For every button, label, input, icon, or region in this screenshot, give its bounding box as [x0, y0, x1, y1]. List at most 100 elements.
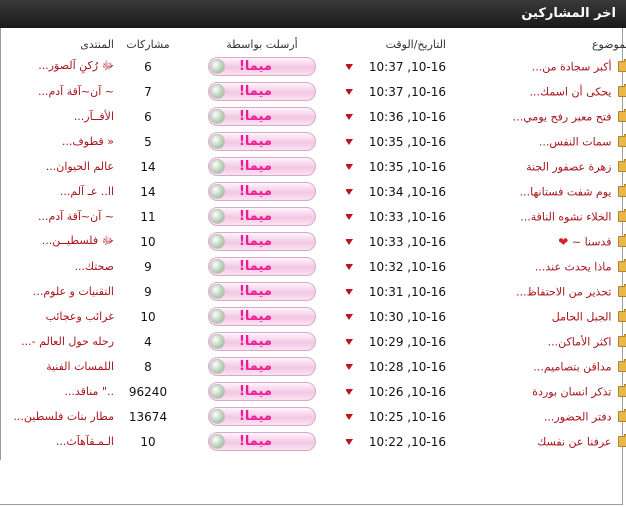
red-down-arrow-icon[interactable] — [346, 113, 354, 120]
forum-link[interactable]: التقنيات و علوم... — [33, 285, 114, 298]
table-row: عرفنا عن نفسك 10-16, 10:22 ميما! 10 الـم… — [0, 429, 626, 454]
topic-link[interactable]: ماذا يحدث عند... — [535, 260, 612, 273]
user-badge[interactable]: ميما! — [208, 357, 316, 376]
posts-cell: 7 — [118, 79, 178, 104]
forum-link[interactable]: ﷻ فلسطيــن... — [42, 234, 114, 247]
forum-link[interactable]: اا.. عـ آلم... — [60, 185, 114, 198]
avatar-ball-icon — [210, 209, 225, 224]
post-date: 10-16, 10:36 — [368, 109, 446, 124]
user-badge[interactable]: ميما! — [208, 257, 316, 276]
date-cell: 10-16, 10:37 — [346, 79, 450, 104]
posts-cell: 5 — [118, 129, 178, 154]
user-badge[interactable]: ميما! — [208, 232, 316, 251]
red-down-arrow-icon[interactable] — [346, 263, 354, 270]
topic-link[interactable]: يحكى أن اسمك... — [530, 85, 612, 98]
user-badge[interactable]: ميما! — [208, 332, 316, 351]
forum-link[interactable]: غرائب وعجائب — [46, 310, 114, 323]
post-date: 10-16, 10:37 — [368, 59, 446, 74]
topic-link[interactable]: زهرة عصفور الجنة — [526, 160, 611, 173]
date-cell: 10-16, 10:25 — [346, 404, 450, 429]
date-cell: 10-16, 10:34 — [346, 179, 450, 204]
by-cell: ميما! — [178, 104, 346, 129]
topic-link[interactable]: فتح معبر رفح يومي... — [513, 110, 612, 123]
red-down-arrow-icon[interactable] — [346, 188, 354, 195]
forum-link[interactable]: ~ آن~آقة آدم... — [38, 85, 114, 98]
by-cell: ميما! — [178, 404, 346, 429]
forum-link[interactable]: اللمسات الفنية — [46, 360, 114, 373]
post-count: 8 — [144, 359, 152, 374]
forum-link[interactable]: ﷻ رُكنِ آلصوَر... — [38, 59, 114, 72]
forum-cell: ﷻ رُكنِ آلصوَر... — [0, 54, 118, 79]
user-badge[interactable]: ميما! — [208, 282, 316, 301]
forum-link[interactable]: .." مناقد... — [64, 385, 114, 398]
user-badge[interactable]: ميما! — [208, 132, 316, 151]
table-row: تحذير من الاحتفاظ... 10-16, 10:31 ميما! … — [0, 279, 626, 304]
post-date: 10-16, 10:33 — [368, 234, 446, 249]
forum-link[interactable]: عالم الحيوان... — [46, 160, 114, 173]
date-cell: 10-16, 10:36 — [346, 104, 450, 129]
topic-link[interactable]: دفتر الحضور... — [544, 410, 612, 423]
user-badge[interactable]: ميما! — [208, 82, 316, 101]
forum-link[interactable]: الأفــآر... — [74, 110, 114, 123]
forum-cell: رحله حول العالم -... — [0, 329, 118, 354]
red-down-arrow-icon[interactable] — [346, 63, 354, 70]
forum-link[interactable]: رحله حول العالم -... — [21, 335, 114, 348]
forum-link[interactable]: ~ آن~آقة آدم... — [38, 210, 114, 223]
user-badge[interactable]: ميما! — [208, 157, 316, 176]
red-down-arrow-icon[interactable] — [346, 388, 354, 395]
red-down-arrow-icon[interactable] — [346, 413, 354, 420]
red-down-arrow-icon[interactable] — [346, 363, 354, 370]
user-badge[interactable]: ميما! — [208, 107, 316, 126]
topic-link[interactable]: يوم شفت فستانها... — [520, 185, 612, 198]
user-badge[interactable]: ميما! — [208, 432, 316, 451]
topic-cell: يوم شفت فستانها... — [450, 179, 626, 204]
forum-cell: ~ آن~آقة آدم... — [0, 79, 118, 104]
red-down-arrow-icon[interactable] — [346, 138, 354, 145]
topic-link[interactable]: مداقن بتصاميم... — [533, 360, 611, 373]
by-cell: ميما! — [178, 279, 346, 304]
topic-link[interactable]: تذكر انسان بوردة — [532, 385, 611, 398]
folder-icon — [618, 84, 626, 98]
red-down-arrow-icon[interactable] — [346, 338, 354, 345]
table-row: يحكى أن اسمك... 10-16, 10:37 ميما! 7 ~ آ… — [0, 79, 626, 104]
by-cell: ميما! — [178, 329, 346, 354]
user-badge[interactable]: ميما! — [208, 382, 316, 401]
red-down-arrow-icon[interactable] — [346, 88, 354, 95]
topic-link[interactable]: الخلاء نشوه الناقة... — [520, 210, 611, 223]
by-cell: ميما! — [178, 129, 346, 154]
post-count: 10 — [140, 434, 156, 449]
table-row: تذكر انسان بوردة 10-16, 10:26 ميما! 9624… — [0, 379, 626, 404]
red-down-arrow-icon[interactable] — [346, 438, 354, 445]
user-badge[interactable]: ميما! — [208, 182, 316, 201]
red-down-arrow-icon[interactable] — [346, 288, 354, 295]
red-down-arrow-icon[interactable] — [346, 163, 354, 170]
posts-cell: 8 — [118, 354, 178, 379]
avatar-ball-icon — [210, 234, 225, 249]
date-cell: 10-16, 10:35 — [346, 154, 450, 179]
table-row: الجبل الحامل 10-16, 10:30 ميما! 10 غرائب… — [0, 304, 626, 329]
forum-link[interactable]: مطار بنات فلسطين... — [13, 410, 114, 423]
col-header-topic: الموضوع — [591, 37, 626, 51]
user-badge[interactable]: ميما! — [208, 57, 316, 76]
user-badge[interactable]: ميما! — [208, 207, 316, 226]
table-row: قدسنا ~ ❤ 10-16, 10:33 ميما! 10 ﷻ فلسطيـ… — [0, 229, 626, 254]
topic-link[interactable]: الجبل الحامل — [552, 310, 612, 323]
red-down-arrow-icon[interactable] — [346, 238, 354, 245]
topic-link[interactable]: أكبر سجادة من... — [532, 60, 612, 73]
topic-link[interactable]: سمات النفس... — [539, 135, 612, 148]
topic-link[interactable]: تحذير من الاحتفاظ... — [516, 285, 611, 298]
red-down-arrow-icon[interactable] — [346, 313, 354, 320]
user-badge[interactable]: ميما! — [208, 407, 316, 426]
user-badge[interactable]: ميما! — [208, 307, 316, 326]
red-down-arrow-icon[interactable] — [346, 213, 354, 220]
folder-icon — [618, 184, 626, 198]
avatar-ball-icon — [210, 334, 225, 349]
topic-link[interactable]: قدسنا ~ — [572, 235, 612, 248]
folder-icon — [618, 59, 626, 73]
col-header-date: التاريخ/الوقت — [385, 37, 446, 51]
forum-link[interactable]: « قطوف... — [62, 135, 114, 148]
forum-link[interactable]: الـمـقآهآث... — [56, 435, 114, 448]
forum-link[interactable]: صحتك... — [74, 260, 114, 273]
topic-link[interactable]: عرفنا عن نفسك — [537, 435, 611, 448]
topic-link[interactable]: اكثر الأماكن... — [548, 335, 612, 348]
